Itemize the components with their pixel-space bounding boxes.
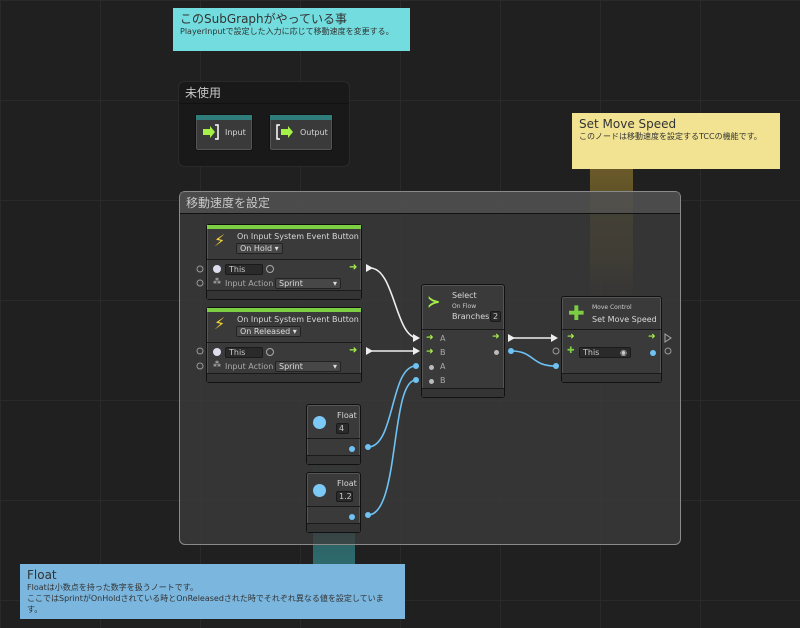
dpad-icon: ✚ (568, 301, 585, 325)
flow-port (366, 347, 373, 355)
flow-out-icon: ➜ (349, 262, 358, 273)
dpad-icon: ✚ (567, 346, 575, 356)
flow-port (508, 334, 515, 342)
target-field[interactable]: This (225, 347, 263, 358)
value-wire (367, 379, 417, 516)
flow-port (551, 334, 558, 342)
port (196, 347, 204, 355)
input-action-dropdown[interactable]: Sprint ▾ (275, 278, 341, 289)
event-node-on-hold[interactable]: ⚡ On Input System Event Button On Hold ▾… (206, 224, 362, 300)
value-port (413, 363, 419, 369)
dropdown-value: Sprint (279, 279, 303, 288)
flow-port (366, 264, 373, 272)
value-port (413, 377, 419, 383)
value-wire (510, 350, 557, 367)
dropdown-value: Sprint (279, 362, 303, 371)
target-value: This (583, 348, 600, 357)
dropdown-value: On Hold (240, 244, 273, 253)
port-label: A (440, 334, 446, 343)
value-port (365, 512, 371, 518)
flow-in-icon: ➜ (426, 333, 434, 343)
input-action-icon: ⁂ (213, 277, 221, 286)
target-picker-icon[interactable] (266, 265, 274, 273)
float-node-1-2[interactable]: Float 1.2 (306, 472, 361, 533)
value-port (553, 363, 559, 369)
branches-label: Branches (452, 312, 490, 321)
target-field[interactable]: This ◉ (579, 347, 631, 358)
float-value-field[interactable]: 1.2 (336, 491, 353, 502)
flow-out-icon: ➜ (648, 332, 656, 342)
value-out-port[interactable] (349, 446, 355, 452)
gameobject-icon (213, 265, 221, 273)
port (196, 362, 204, 370)
flow-out-icon: ➜ (349, 345, 358, 356)
flow-wire (369, 267, 419, 339)
flow-in-icon: ➜ (567, 332, 575, 342)
value-in-port[interactable] (429, 379, 434, 384)
dropdown-value: On Released (240, 327, 291, 336)
port (552, 347, 560, 355)
target-picker-icon[interactable] (266, 348, 274, 356)
port-label: A (440, 362, 446, 371)
port-label: B (440, 348, 446, 357)
port-label: B (440, 376, 446, 385)
value-in-port[interactable] (429, 365, 434, 370)
flow-port (664, 333, 672, 343)
mode-dropdown[interactable]: On Hold ▾ (236, 243, 283, 254)
input-action-icon: ⁂ (213, 360, 221, 369)
float-node-4[interactable]: Float 4 (306, 404, 361, 465)
float-value-field[interactable]: 4 (336, 423, 349, 434)
node-title: Set Move Speed (592, 315, 657, 324)
value-out-port[interactable] (650, 350, 656, 356)
set-move-speed-node[interactable]: ✚ Move Control Set Move Speed ➜ ➜ ✚ This… (561, 296, 662, 383)
wires (196, 264, 672, 518)
float-icon (313, 416, 326, 429)
gameobject-icon (213, 348, 221, 356)
flow-port (413, 347, 420, 355)
input-action-dropdown[interactable]: Sprint ▾ (275, 361, 341, 372)
port (196, 265, 204, 273)
node-title: Float (337, 411, 357, 420)
node-title: On Input System Event Button (237, 232, 359, 241)
flow-in-icon: ➜ (426, 347, 434, 357)
lightning-icon: ⚡ (214, 231, 226, 250)
node-category: Move Control (592, 304, 632, 311)
event-node-on-released[interactable]: ⚡ On Input System Event Button On Releas… (206, 307, 362, 383)
select-icon: ≻ (427, 292, 441, 311)
mode-dropdown[interactable]: On Released ▾ (236, 326, 301, 337)
float-icon (313, 484, 326, 497)
select-on-flow-node[interactable]: ≻ Select On Flow Branches 2 ➜ A ➜ ➜ B A … (421, 284, 505, 398)
port (664, 347, 672, 355)
input-action-label: Input Action (225, 279, 274, 288)
value-wire (367, 365, 417, 448)
input-action-label: Input Action (225, 362, 274, 371)
flow-out-icon: ➜ (492, 332, 500, 342)
value-out-port[interactable] (494, 350, 499, 355)
target-field[interactable]: This (225, 264, 263, 275)
node-title: On Input System Event Button (237, 315, 359, 324)
lightning-icon: ⚡ (214, 314, 226, 333)
node-subtitle: On Flow (452, 303, 477, 310)
value-port (508, 348, 514, 354)
value-port (365, 444, 371, 450)
node-title: Select (452, 291, 477, 300)
branches-field[interactable]: 2 (490, 311, 501, 322)
flow-port (413, 334, 420, 342)
node-title: Float (337, 479, 357, 488)
value-out-port[interactable] (349, 514, 355, 520)
port (196, 279, 204, 287)
